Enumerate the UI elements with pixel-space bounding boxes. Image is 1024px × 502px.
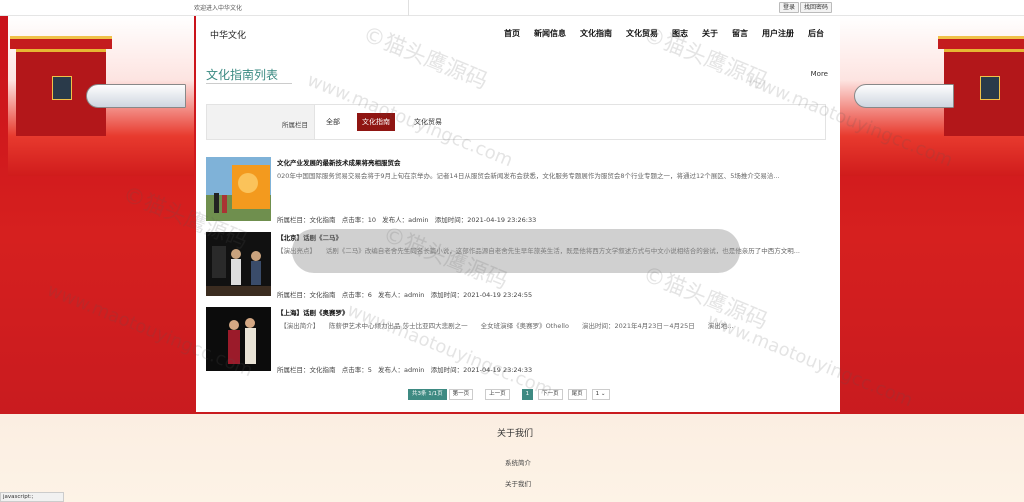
article-item[interactable]: 【上海】话剧《奥赛罗》 【演出简介】 陈薪伊艺术中心倾力出品 莎士比亚四大悲剧之… bbox=[206, 307, 826, 374]
article-meta: 所属栏目：文化指南 点击率：5 发布人：admin 添加时间：2021-04-1… bbox=[277, 366, 533, 374]
tiananmen-banner-right bbox=[840, 16, 1024, 176]
pagination: 共3条 1/1页 第一页 上一页 1 下一页 尾页 1 ⌄ bbox=[408, 389, 615, 400]
footer-link-intro[interactable]: 系统简介 bbox=[505, 457, 531, 467]
main-nav: 首页 新闻信息 文化指南 文化贸易 图志 关于 留言 用户注册 后台 bbox=[490, 28, 824, 39]
nav-item-about[interactable]: 关于 bbox=[702, 28, 718, 39]
filter-option-all[interactable]: 全部 bbox=[321, 113, 345, 131]
article-item[interactable]: 文化产业发展的最新技术成果将亮相服贸会 020年中国国际服务贸易交易会将于9月上… bbox=[206, 157, 826, 224]
nav-item-guide[interactable]: 文化指南 bbox=[580, 28, 612, 39]
nav-item-register[interactable]: 用户注册 bbox=[762, 28, 794, 39]
site-logo[interactable]: 中华文化 bbox=[210, 28, 246, 41]
filter-label: 所属栏目 bbox=[282, 121, 308, 129]
article-thumbnail[interactable] bbox=[206, 307, 271, 371]
title-underline bbox=[206, 83, 292, 84]
footer-title: 关于我们 bbox=[497, 429, 534, 439]
welcome-text: 欢迎进入中华文化 bbox=[194, 5, 243, 12]
article-thumbnail[interactable] bbox=[206, 157, 271, 221]
loading-toast bbox=[292, 229, 740, 273]
next-page-button[interactable]: 下一页 bbox=[538, 389, 563, 400]
chevron-down-icon: ⌄ bbox=[600, 391, 606, 397]
first-page-button[interactable]: 第一页 bbox=[448, 389, 474, 400]
more-link[interactable]: More bbox=[811, 70, 828, 78]
browser-status-bar: javascript:; bbox=[0, 492, 64, 502]
article-meta: 所属栏目：文化指南 点击率：6 发布人：admin 添加时间：2021-04-1… bbox=[277, 291, 533, 299]
nav-item-home[interactable]: 首页 bbox=[504, 28, 520, 39]
nav-item-admin[interactable]: 后台 bbox=[808, 28, 824, 39]
top-bar: 欢迎进入中华文化 登录 找回密码 bbox=[0, 0, 1024, 16]
nav-item-trade[interactable]: 文化贸易 bbox=[626, 28, 658, 39]
article-summary: 【演出简介】 陈薪伊艺术中心倾力出品 莎士比亚四大悲剧之一 全女班演绎《奥赛罗》… bbox=[277, 322, 734, 330]
category-filter: 所属栏目 全部 文化指南 文化贸易 bbox=[206, 104, 826, 140]
login-button[interactable]: 登录 bbox=[779, 2, 800, 13]
train-image bbox=[86, 84, 186, 108]
article-thumbnail[interactable] bbox=[206, 232, 271, 296]
topbar-divider bbox=[408, 0, 409, 16]
tiananmen-banner-left bbox=[8, 16, 194, 176]
article-title[interactable]: 【上海】话剧《奥赛罗》 bbox=[277, 307, 349, 317]
footer-link-about[interactable]: 关于我们 bbox=[505, 478, 531, 488]
nav-item-news[interactable]: 新闻信息 bbox=[534, 28, 566, 39]
train-image bbox=[854, 84, 954, 108]
page-title: 文化指南列表 bbox=[206, 68, 279, 82]
article-summary: 020年中国国际服务贸易交易会将于9月上旬在京举办。记者14日从服贸会新闻发布会… bbox=[277, 172, 780, 180]
prev-page-button[interactable]: 上一页 bbox=[485, 389, 510, 400]
page-select[interactable]: 1 ⌄ bbox=[591, 389, 610, 400]
current-page[interactable]: 1 bbox=[521, 389, 534, 400]
filter-option-guide[interactable]: 文化指南 bbox=[357, 113, 395, 131]
main-panel: 中华文化 首页 新闻信息 文化指南 文化贸易 图志 关于 留言 用户注册 后台 … bbox=[196, 16, 840, 412]
pagination-info: 共3条 1/1页 bbox=[408, 389, 447, 400]
nav-item-gallery[interactable]: 图志 bbox=[672, 28, 688, 39]
article-title[interactable]: 文化产业发展的最新技术成果将亮相服贸会 bbox=[277, 157, 401, 167]
filter-option-trade[interactable]: 文化贸易 bbox=[409, 113, 447, 131]
last-page-button[interactable]: 尾页 bbox=[567, 389, 587, 400]
nav-item-message[interactable]: 留言 bbox=[732, 28, 748, 39]
retrieve-password-button[interactable]: 找回密码 bbox=[800, 2, 833, 13]
article-meta: 所属栏目：文化指南 点击率：10 发布人：admin 添加时间：2021-04-… bbox=[277, 216, 537, 224]
